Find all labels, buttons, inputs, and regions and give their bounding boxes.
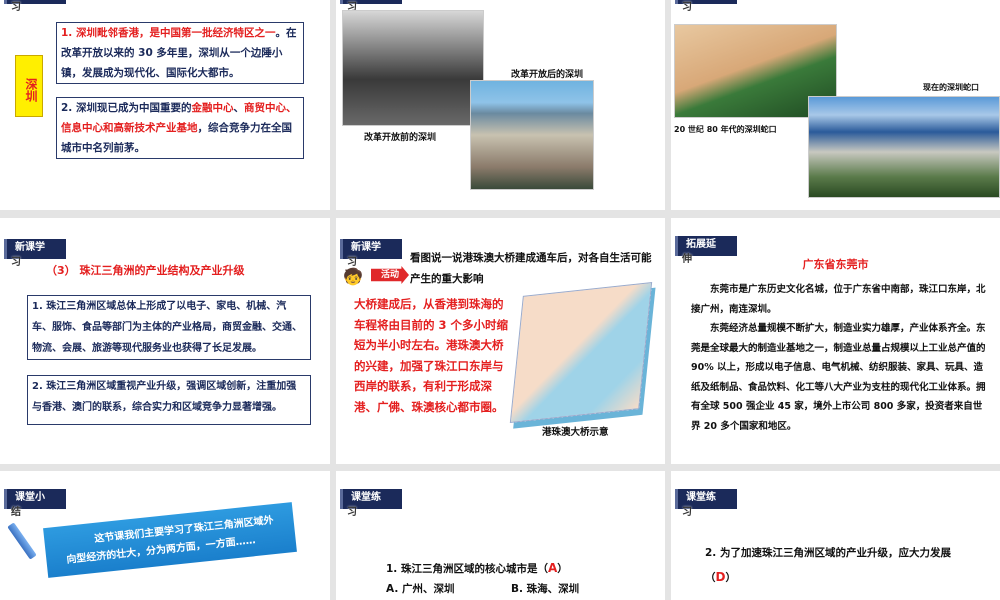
- section-title: 广东省东莞市: [802, 258, 869, 271]
- slide-exercise-1[interactable]: 课堂练习 1. 珠江三角洲区域的核心城市是（A） A. 广州、深圳 B. 珠海、…: [336, 471, 665, 600]
- question-text-end: ）: [725, 572, 736, 584]
- option-a[interactable]: A. 广州、深圳: [386, 581, 454, 596]
- slide-exercise-2[interactable]: 课堂练习 2. 为了加速珠江三角洲区域的产业升级，应大力发展（D）: [671, 471, 1000, 600]
- hzmb-map: [509, 282, 653, 423]
- text-box-2: 2. 深圳现已成为中国重要的金融中心、商贸中心、信息中心和高新技术产业基地，综合…: [56, 97, 304, 159]
- question-2: 2. 为了加速珠江三角洲区域的产业升级，应大力发展（D）: [705, 541, 975, 590]
- section-badge: 课堂练习: [340, 489, 402, 518]
- slide-shekou-photos[interactable]: 习 20 世纪 80 年代的深圳蛇口 现在的深圳蛇口: [671, 0, 1000, 210]
- answer-text: 大桥建成后，从香港到珠海的车程将由目前的 3 个多小时缩短为半小时左右。港珠澳大…: [354, 297, 509, 414]
- question-text: 2. 为了加速珠江三角洲区域的产业升级，应大力发展（: [705, 547, 951, 584]
- caption-after: 改革开放后的深圳: [511, 70, 584, 80]
- slide-shenzhen-overview[interactable]: 习 深圳 1. 深圳毗邻香港，是中国第一批经济特区之一。在改革开放以来的 30 …: [0, 0, 330, 210]
- section-badge: 新课学习: [340, 239, 402, 268]
- answer-mark: D: [715, 570, 726, 584]
- section-badge: 课堂小结: [4, 489, 66, 518]
- caption-now: 现在的深圳蛇口: [923, 83, 979, 92]
- text-box-1: 1. 珠江三角洲区域总体上形成了以电子、家电、机械、汽车、服饰、食品等部门为主体…: [27, 295, 311, 360]
- section-badge: 习: [340, 0, 402, 13]
- activity-prompt: 看图说一说港珠澳大桥建成通车后，对各自生活可能产生的重大影响: [410, 252, 652, 285]
- kids-icon: 🧒: [343, 267, 363, 286]
- slide-industry-structure[interactable]: 新课学习 （3） 珠江三角洲的产业结构及产业升级 1. 珠江三角洲区域总体上形成…: [0, 218, 330, 464]
- paragraph-2: 东莞经济总量规模不断扩大，制造业实力雄厚，产业体系齐全。东莞是全球最大的制造业基…: [691, 323, 986, 432]
- body-text: 2. 深圳现已成为中国重要的: [61, 102, 192, 114]
- slide-dongguan[interactable]: 拓展延伸 广东省东莞市 东莞市是广东历史文化名城，位于广东省中南部，珠江口东岸，…: [671, 218, 1000, 464]
- slide-summary[interactable]: 课堂小结 这节课我们主要学习了珠江三角洲区域外向型经济的壮大，分为两方面，一方面…: [0, 471, 330, 600]
- section-title: （3） 珠江三角洲的产业结构及产业升级: [46, 264, 245, 277]
- question-text-end: ）: [557, 563, 568, 575]
- question-text: 1. 珠江三角洲区域的核心城市是（: [386, 563, 548, 575]
- section-badge: 课堂练习: [675, 489, 737, 518]
- answer-mark: A: [547, 561, 558, 575]
- summary-card: 这节课我们主要学习了珠江三角洲区域外向型经济的壮大，分为两方面，一方面……: [43, 502, 297, 578]
- highlight-text: 1. 深圳毗邻香港，是中国第一批经济特区之一: [61, 27, 276, 39]
- body-text: 、: [233, 102, 244, 114]
- paragraph-1: 东莞市是广东历史文化名城，位于广东省中南部，珠江口东岸，北接广州，南连深圳。: [691, 284, 986, 315]
- activity-arrow: 活动: [371, 266, 409, 284]
- caption-before: 改革开放前的深圳: [364, 133, 437, 143]
- side-label: 深圳: [15, 55, 43, 117]
- pencil-icon: [7, 522, 37, 560]
- photo-shekou-now: [808, 96, 1000, 198]
- photo-before-reform: [342, 10, 484, 126]
- summary-text: 这节课我们主要学习了珠江三角洲区域外向型经济的壮大，分为两方面，一方面……: [65, 515, 275, 566]
- question-1: 1. 珠江三角洲区域的核心城市是（A）: [386, 561, 568, 576]
- section-badge: 新课学习: [4, 239, 66, 268]
- photo-after-reform: [470, 80, 594, 190]
- highlight-text: 金融中心: [191, 102, 234, 114]
- article-text: 东莞市是广东历史文化名城，位于广东省中南部，珠江口东岸，北接广州，南连深圳。 东…: [691, 280, 991, 436]
- section-badge: 习: [4, 0, 66, 13]
- caption-1980s: 20 世纪 80 年代的深圳蛇口: [674, 125, 777, 134]
- map-caption: 港珠澳大桥示意: [542, 427, 609, 438]
- text-box-1: 1. 深圳毗邻香港，是中国第一批经济特区之一。在改革开放以来的 30 多年里，深…: [56, 22, 304, 84]
- section-badge: 拓展延伸: [675, 236, 737, 265]
- text-box-2: 2. 珠江三角洲区域重视产业升级，强调区域创新，注重加强与香港、澳门的联系，综合…: [27, 375, 311, 425]
- section-badge: 习: [675, 0, 737, 13]
- slide-hzmb-activity[interactable]: 新课学习 🧒 活动 看图说一说港珠澳大桥建成通车后，对各自生活可能产生的重大影响…: [336, 218, 665, 464]
- slide-shenzhen-photos[interactable]: 习 改革开放前的深圳 改革开放后的深圳: [336, 0, 665, 210]
- option-b[interactable]: B. 珠海、深圳: [511, 581, 579, 596]
